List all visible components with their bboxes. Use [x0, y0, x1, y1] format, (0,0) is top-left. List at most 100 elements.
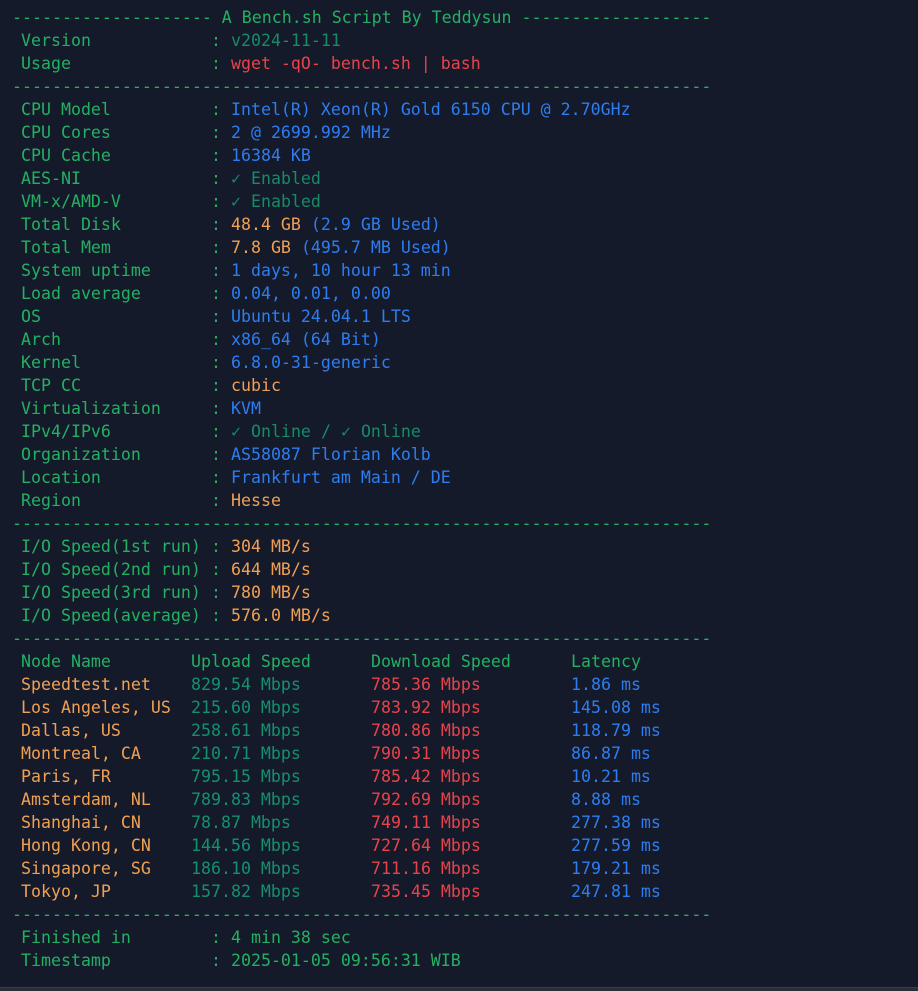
node-name: Speedtest.net [21, 675, 151, 694]
separator: ----------------------------------------… [12, 514, 712, 533]
io-line: I/O Speed(average): 576.0 MB/s [21, 606, 331, 625]
speedtest-row: Montreal, CA 210.71 Mbps 790.31 Mbps 86.87 … [12, 742, 912, 765]
separator: ----------------------------------------… [12, 77, 712, 96]
usage-line: Usage: wget -qO- bench.sh | bash [12, 52, 912, 75]
load-value: 0.04, 0.01, 0.00 [230, 284, 391, 303]
os-line: OS: Ubuntu 24.04.1 LTS [21, 307, 411, 326]
ipv4-value: Online [250, 422, 311, 441]
vmx-line: VM-x/AMD-V: ✓ Enabled [21, 192, 321, 211]
total-disk-value: 48.4 GB [230, 215, 301, 234]
total-mem-line: Total Mem: 7.8 GB (495.7 MB Used) [21, 238, 451, 257]
mem-used-value: (495.7 MB Used) [300, 238, 451, 257]
vmx-value: Enabled [250, 192, 321, 211]
io-value: 780 MB/s [230, 583, 311, 602]
aes-ni-value: Enabled [250, 169, 321, 188]
io-line: I/O Speed(3rd run): 780 MB/s [21, 583, 311, 602]
tcp-cc-value: cubic [230, 376, 281, 395]
location-value: Frankfurt am Main / DE [230, 468, 451, 487]
os-value: Ubuntu 24.04.1 LTS [230, 307, 411, 326]
node-name: Hong Kong, CN [21, 836, 151, 855]
uptime-value: 1 days, 10 hour 13 min [230, 261, 451, 280]
speedtest-row: Singapore, SG 186.10 Mbps 711.16 Mbps 179.2… [12, 857, 912, 880]
disk-used-value: (2.9 GB Used) [310, 215, 441, 234]
latency: 277.38 ms [571, 813, 661, 832]
download-speed: 749.11 Mbps [371, 813, 481, 832]
load-line: Load average: 0.04, 0.01, 0.00 [21, 284, 391, 303]
speedtest-row: Shanghai, CN 78.87 Mbps 749.11 Mbps 277.38 … [12, 811, 912, 834]
download-speed: 780.86 Mbps [371, 721, 481, 740]
download-speed: 785.36 Mbps [371, 675, 481, 694]
io-line: I/O Speed(2nd run): 644 MB/s [21, 560, 311, 579]
latency: 179.21 ms [571, 859, 661, 878]
kernel-line: Kernel: 6.8.0-31-generic [21, 353, 391, 372]
arch-line: Arch: x86_64 (64 Bit) [21, 330, 381, 349]
check-icon: ✓ [340, 422, 351, 441]
aes-ni-line: AES-NI: ✓ Enabled [21, 169, 321, 188]
location-line: Location: Frankfurt am Main / DE [21, 468, 451, 487]
upload-speed: 829.54 Mbps [191, 675, 301, 694]
timestamp-value: 2025-01-05 09:56:31 WIB [230, 951, 461, 970]
check-icon: ✓ [230, 422, 241, 441]
cpu-cache-line: CPU Cache: 16384 KB [21, 146, 311, 165]
download-speed: 735.45 Mbps [371, 882, 481, 901]
finished-value: 4 min 38 sec [230, 928, 351, 947]
virt-value: KVM [230, 399, 261, 418]
download-speed: 711.16 Mbps [371, 859, 481, 878]
bottom-border [0, 987, 918, 991]
version-value: v2024-11-11 [230, 31, 341, 50]
speedtest-row: Los Angeles, US 215.60 Mbps 783.92 Mbps 145… [12, 696, 912, 719]
terminal-output: -------------------- A Bench.sh Script B… [12, 6, 912, 972]
node-name: Paris, FR [21, 767, 111, 786]
speedtest-row: Paris, FR 795.15 Mbps 785.42 Mbps 10.21 ms [12, 765, 912, 788]
speedtest-row: Amsterdam, NL 789.83 Mbps 792.69 Mbps 8.88 … [12, 788, 912, 811]
latency: 1.86 ms [571, 675, 641, 694]
latency: 86.87 ms [571, 744, 651, 763]
usage-value: wget -qO- bench.sh | bash [230, 54, 481, 73]
node-name: Amsterdam, NL [21, 790, 151, 809]
io-value: 644 MB/s [230, 560, 311, 579]
cpu-model-line: CPU Model: Intel(R) Xeon(R) Gold 6150 CP… [21, 100, 631, 119]
io-line: I/O Speed(1st run): 304 MB/s [21, 537, 311, 556]
ipv6-value: Online [360, 422, 421, 441]
download-speed: 783.92 Mbps [371, 698, 481, 717]
download-speed: 792.69 Mbps [371, 790, 481, 809]
node-name: Dallas, US [21, 721, 121, 740]
check-icon: ✓ [230, 169, 241, 188]
upload-speed: 157.82 Mbps [191, 882, 301, 901]
region-line: Region: Hesse [21, 491, 281, 510]
arch-value: x86_64 (64 Bit) [230, 330, 381, 349]
cpu-model-value: Intel(R) Xeon(R) Gold 6150 CPU @ 2.70GHz [230, 100, 631, 119]
io-value: 576.0 MB/s [230, 606, 331, 625]
upload-speed: 215.60 Mbps [191, 698, 301, 717]
node-name: Singapore, SG [21, 859, 151, 878]
download-speed: 790.31 Mbps [371, 744, 481, 763]
latency: 247.81 ms [571, 882, 661, 901]
total-disk-line: Total Disk: 48.4 GB (2.9 GB Used) [21, 215, 441, 234]
ipv-line: IPv4/IPv6: ✓ Online / ✓ Online [21, 422, 421, 441]
title-line: -------------------- A Bench.sh Script B… [12, 8, 712, 27]
node-name: Los Angeles, US [21, 698, 171, 717]
cpu-cores-line: CPU Cores: 2 @ 2699.992 MHz [21, 123, 391, 142]
separator: ----------------------------------------… [12, 905, 712, 924]
upload-speed: 210.71 Mbps [191, 744, 301, 763]
separator: ----------------------------------------… [12, 629, 712, 648]
org-line: Organization: AS58087 Florian Kolb [21, 445, 431, 464]
latency: 277.59 ms [571, 836, 661, 855]
latency: 10.21 ms [571, 767, 651, 786]
upload-speed: 795.15 Mbps [191, 767, 301, 786]
check-icon: ✓ [230, 192, 241, 211]
speedtest-row: Tokyo, JP 157.82 Mbps 735.45 Mbps 247.81 ms [12, 880, 912, 903]
uptime-line: System uptime: 1 days, 10 hour 13 min [21, 261, 451, 280]
node-name: Tokyo, JP [21, 882, 111, 901]
kernel-value: 6.8.0-31-generic [230, 353, 391, 372]
node-name: Montreal, CA [21, 744, 141, 763]
version-label: Version [21, 31, 91, 50]
usage-label: Usage [21, 54, 71, 73]
version-line: Version: v2024-11-11 [12, 29, 912, 52]
download-speed: 785.42 Mbps [371, 767, 481, 786]
upload-speed: 186.10 Mbps [191, 859, 301, 878]
speedtest-row: Dallas, US 258.61 Mbps 780.86 Mbps 118.79 m… [12, 719, 912, 742]
virt-line: Virtualization: KVM [21, 399, 261, 418]
region-value: Hesse [230, 491, 281, 510]
cpu-cache-value: 16384 KB [230, 146, 311, 165]
